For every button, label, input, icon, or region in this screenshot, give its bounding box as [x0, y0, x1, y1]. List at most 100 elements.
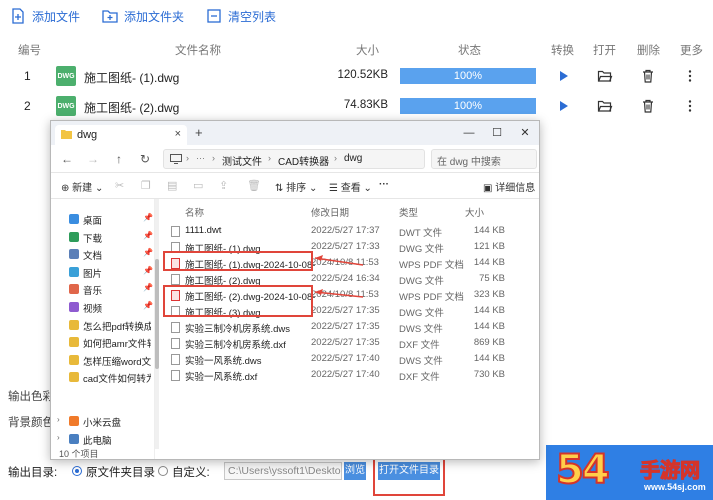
file-icon [171, 338, 180, 349]
browse-button[interactable]: 浏览 [344, 462, 366, 480]
explorer-titlebar: dwg × + — ☐ ✕ [51, 121, 539, 145]
explorer-file-row[interactable]: 实验三制冷机房系统.dws 2022/5/27 17:35 DWS 文件 144 KB [159, 319, 539, 335]
column-name[interactable]: 名称 [185, 205, 204, 219]
address-box[interactable]: › ··· › 测试文件 › CAD转换器 › dwg [163, 149, 425, 169]
explorer-file-type: DXF 文件 [399, 340, 440, 351]
nav-item[interactable]: 如何把amr文件转为mp3 [51, 334, 155, 351]
explorer-file-size: 144 KB [473, 321, 505, 332]
delete-icon[interactable]: 🗑 [247, 179, 261, 192]
expand-icon[interactable]: › [57, 415, 60, 424]
explorer-tab[interactable]: dwg × [55, 125, 187, 145]
copy-icon[interactable]: ❐ [141, 179, 151, 192]
more-options-icon[interactable]: ··· [379, 179, 389, 190]
view-button[interactable]: ☰ 查看 ⌄ [329, 179, 372, 194]
paste-icon[interactable]: ▤ [167, 179, 177, 192]
nav-item[interactable]: 文档 📌 [51, 246, 155, 263]
app-toolbar: 添加文件 添加文件夹 清空列表 [0, 0, 713, 32]
file-icon [171, 226, 180, 237]
sort-button[interactable]: ⇅ 排序 ⌄ [275, 179, 317, 194]
file-row[interactable]: 2 DWG 施工图纸- (2).dwg 74.83KB 100% [0, 92, 713, 120]
breadcrumb-more-icon[interactable]: ··· [196, 153, 205, 163]
new-tab-icon[interactable]: + [195, 125, 203, 140]
minimize-icon[interactable]: — [455, 124, 483, 142]
trash-icon[interactable] [640, 98, 656, 114]
explorer-file-size: 730 KB [473, 369, 505, 380]
breadcrumb-item[interactable]: dwg [344, 153, 362, 164]
nav-item[interactable]: 音乐 📌 [51, 281, 155, 298]
trash-icon[interactable] [640, 68, 656, 84]
folder-open-icon[interactable] [597, 98, 613, 114]
file-icon [171, 322, 180, 333]
nav-item-label: 下载 [83, 233, 103, 245]
explorer-file-name: 实验三制冷机房系统.dxf [185, 340, 286, 351]
column-size[interactable]: 大小 [465, 205, 484, 219]
folder-open-icon[interactable] [597, 68, 613, 84]
explorer-file-size: 144 KB [473, 305, 505, 316]
arrow-annotation [314, 289, 364, 298]
watermark-logo: 54 [555, 447, 611, 493]
explorer-file-name: 实验一风系统.dxf [185, 372, 258, 383]
explorer-file-type: DWS 文件 [399, 324, 443, 335]
close-icon[interactable]: ✕ [511, 124, 539, 142]
add-file-button[interactable]: 添加文件 [10, 8, 80, 25]
up-icon[interactable]: ↑ [111, 151, 127, 167]
more-vertical-icon[interactable] [682, 98, 698, 114]
nav-item[interactable]: 怎么把pdf转换成jpg图片 [51, 317, 155, 334]
explorer-file-row[interactable]: 1111.dwt 2022/5/27 17:37 DWT 文件 144 KB [159, 223, 539, 239]
add-folder-button[interactable]: 添加文件夹 [102, 8, 184, 25]
details-label: 详细信息 [495, 183, 536, 194]
clear-list-button[interactable]: 清空列表 [206, 8, 276, 25]
explorer-file-date: 2022/5/27 17:37 [311, 225, 380, 236]
expand-icon[interactable]: › [57, 433, 60, 442]
explorer-file-date: 2022/5/27 17:35 [311, 305, 380, 316]
refresh-icon[interactable]: ↻ [137, 151, 153, 167]
rename-icon[interactable]: ▭ [193, 179, 203, 192]
nav-item[interactable]: cad文件如何转为pdf格式 [51, 369, 155, 386]
explorer-file-row[interactable]: 实验一风系统.dws 2022/5/27 17:40 DWS 文件 144 KB [159, 351, 539, 367]
nav-item-label: 怎样压缩word文件? [83, 356, 151, 368]
nav-item[interactable]: 视频 📌 [51, 299, 155, 316]
breadcrumb-separator: › [268, 153, 271, 163]
explorer-search-input[interactable]: 在 dwg 中搜索 [431, 149, 537, 169]
nav-item[interactable]: › 此电脑 [51, 431, 155, 448]
command-bar: ⊕ 新建 ⌄ ✂ ❐ ▤ ▭ ⇪ 🗑 ⇅ 排序 ⌄ ☰ 查看 ⌄ ··· ▣ 详… [51, 173, 539, 199]
details-button[interactable]: ▣ 详细信息 [483, 179, 535, 194]
nav-item[interactable]: 图片 📌 [51, 264, 155, 281]
explorer-file-date: 2022/5/27 17:33 [311, 241, 380, 252]
breadcrumb-separator: › [334, 153, 337, 163]
output-path-input[interactable]: C:\Users\yssoft1\Desktop [224, 462, 342, 480]
maximize-icon[interactable]: ☐ [483, 124, 511, 142]
nav-item[interactable]: › 小米云盘 [51, 413, 155, 430]
add-file-icon [12, 8, 24, 24]
new-button[interactable]: ⊕ 新建 ⌄ [61, 179, 103, 194]
nav-item-label: 视频 [83, 304, 103, 315]
column-type[interactable]: 类型 [399, 205, 418, 219]
pin-icon: 📌 [143, 230, 153, 240]
explorer-file-date: 2022/5/27 17:40 [311, 353, 380, 364]
explorer-file-row[interactable]: 实验一风系统.dxf 2022/5/27 17:40 DXF 文件 730 KB [159, 367, 539, 383]
share-icon[interactable]: ⇪ [219, 179, 228, 192]
breadcrumb-item[interactable]: 测试文件 [222, 153, 262, 168]
file-row[interactable]: 1 DWG 施工图纸- (1).dwg 120.52KB 100% [0, 62, 713, 90]
column-date[interactable]: 修改日期 [311, 205, 349, 219]
cut-icon[interactable]: ✂ [115, 179, 124, 192]
tab-close-icon[interactable]: × [175, 128, 181, 140]
nav-item[interactable]: 下载 📌 [51, 229, 155, 246]
explorer-file-date: 2022/5/27 17:35 [311, 321, 380, 332]
nav-item-label: 图片 [83, 268, 103, 280]
nav-item[interactable]: 怎样压缩word文件? [51, 352, 155, 369]
forward-icon[interactable]: → [85, 151, 101, 167]
tab-title: dwg [77, 129, 98, 141]
pin-icon: 📌 [143, 283, 153, 293]
breadcrumb-item[interactable]: CAD转换器 [278, 153, 329, 168]
explorer-file-date: 2022/5/24 16:34 [311, 273, 380, 284]
back-icon[interactable]: ← [59, 151, 75, 167]
radio-custom-folder[interactable] [158, 466, 168, 476]
explorer-file-row[interactable]: 实验三制冷机房系统.dxf 2022/5/27 17:35 DXF 文件 869 KB [159, 335, 539, 351]
play-icon[interactable] [555, 98, 571, 114]
nav-item[interactable]: 桌面 📌 [51, 211, 155, 228]
nav-folder-icon [69, 337, 79, 348]
radio-source-folder[interactable] [72, 466, 82, 476]
play-icon[interactable] [555, 68, 571, 84]
more-vertical-icon[interactable] [682, 68, 698, 84]
